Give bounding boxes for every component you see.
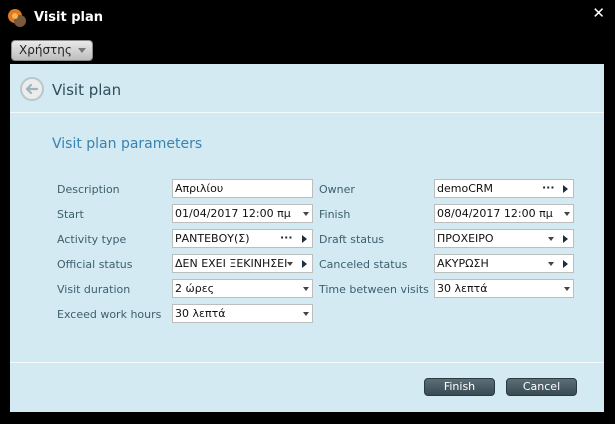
finish-button[interactable]: Finish bbox=[424, 378, 495, 396]
official-status-value: ΔΕΝ ΕΧΕΙ ΞΕΚΙΝΗΣΕΙ bbox=[175, 257, 288, 270]
back-arrow-icon bbox=[25, 83, 39, 95]
finish-datetime-picker[interactable]: 08/04/2017 12:00 πμ bbox=[434, 204, 574, 223]
draft-status-label: Draft status bbox=[319, 233, 385, 246]
start-datetime-picker[interactable]: 01/04/2017 12:00 πμ bbox=[172, 204, 313, 223]
time-between-visits-value: 30 λεπτά bbox=[437, 282, 488, 295]
user-menu-button[interactable]: Χρήστης bbox=[11, 40, 93, 61]
description-input[interactable]: Απριλίου bbox=[172, 179, 313, 198]
header-divider bbox=[10, 112, 604, 113]
footer-divider bbox=[10, 362, 604, 363]
title-bar: Visit plan ✕ bbox=[0, 0, 615, 36]
chevron-down-icon[interactable] bbox=[564, 212, 570, 216]
chevron-down-icon[interactable] bbox=[303, 312, 309, 316]
canceled-status-value: ΑΚΥΡΩΣΗ bbox=[437, 257, 489, 270]
visit-duration-label: Visit duration bbox=[57, 283, 131, 296]
page-title: Visit plan bbox=[52, 81, 122, 99]
open-arrow-icon[interactable] bbox=[302, 260, 307, 268]
chevron-down-icon[interactable] bbox=[548, 237, 554, 241]
description-value: Απριλίου bbox=[175, 182, 224, 195]
window-title: Visit plan bbox=[34, 10, 104, 25]
exceed-work-hours-value: 30 λεπτά bbox=[175, 307, 226, 320]
back-button[interactable] bbox=[20, 77, 44, 101]
time-between-visits-label: Time between visits bbox=[319, 283, 429, 296]
app-logo-icon bbox=[8, 9, 26, 27]
official-status-select[interactable]: ΔΕΝ ΕΧΕΙ ΞΕΚΙΝΗΣΕΙ bbox=[172, 254, 313, 273]
description-label: Description bbox=[57, 183, 120, 196]
activity-type-value: ΡΑΝΤΕΒΟΥ(Σ) bbox=[175, 232, 250, 245]
more-options-icon[interactable]: ··· bbox=[280, 230, 293, 245]
chevron-down-icon[interactable] bbox=[564, 287, 570, 291]
official-status-label: Official status bbox=[57, 258, 133, 271]
canceled-status-select[interactable]: ΑΚΥΡΩΣΗ bbox=[434, 254, 574, 273]
finish-value: 08/04/2017 12:00 πμ bbox=[437, 207, 553, 220]
open-arrow-icon[interactable] bbox=[563, 235, 568, 243]
activity-type-lookup[interactable]: ΡΑΝΤΕΒΟΥ(Σ) ··· bbox=[172, 229, 313, 248]
time-between-visits-select[interactable]: 30 λεπτά bbox=[434, 279, 574, 298]
start-label: Start bbox=[57, 208, 84, 221]
close-icon[interactable]: ✕ bbox=[592, 4, 605, 22]
panel-header: Visit plan bbox=[10, 64, 604, 112]
chevron-down-icon bbox=[78, 48, 86, 53]
chevron-down-icon[interactable] bbox=[303, 287, 309, 291]
exceed-work-hours-select[interactable]: 30 λεπτά bbox=[172, 304, 313, 323]
finish-label: Finish bbox=[319, 208, 351, 221]
visit-plan-panel: Visit plan Visit plan parameters Descrip… bbox=[10, 64, 604, 412]
open-arrow-icon[interactable] bbox=[563, 260, 568, 268]
open-arrow-icon[interactable] bbox=[302, 235, 307, 243]
visit-duration-value: 2 ώρες bbox=[175, 282, 215, 295]
cancel-button[interactable]: Cancel bbox=[506, 378, 577, 396]
chevron-down-icon[interactable] bbox=[287, 262, 293, 266]
visit-duration-select[interactable]: 2 ώρες bbox=[172, 279, 313, 298]
more-options-icon[interactable]: ··· bbox=[542, 180, 555, 195]
chevron-down-icon[interactable] bbox=[303, 212, 309, 216]
menu-bar: Χρήστης bbox=[0, 36, 615, 64]
owner-value: demoCRM bbox=[437, 182, 494, 195]
start-value: 01/04/2017 12:00 πμ bbox=[175, 207, 291, 220]
owner-label: Owner bbox=[319, 183, 355, 196]
canceled-status-label: Canceled status bbox=[319, 258, 408, 271]
activity-type-label: Activity type bbox=[57, 233, 127, 246]
draft-status-select[interactable]: ΠΡΟΧΕΙΡΟ bbox=[434, 229, 574, 248]
user-menu-label: Χρήστης bbox=[19, 43, 72, 57]
chevron-down-icon[interactable] bbox=[548, 262, 554, 266]
open-arrow-icon[interactable] bbox=[563, 185, 568, 193]
draft-status-value: ΠΡΟΧΕΙΡΟ bbox=[437, 232, 494, 245]
section-title: Visit plan parameters bbox=[52, 136, 203, 152]
owner-lookup[interactable]: demoCRM ··· bbox=[434, 179, 574, 198]
exceed-work-hours-label: Exceed work hours bbox=[57, 308, 162, 321]
